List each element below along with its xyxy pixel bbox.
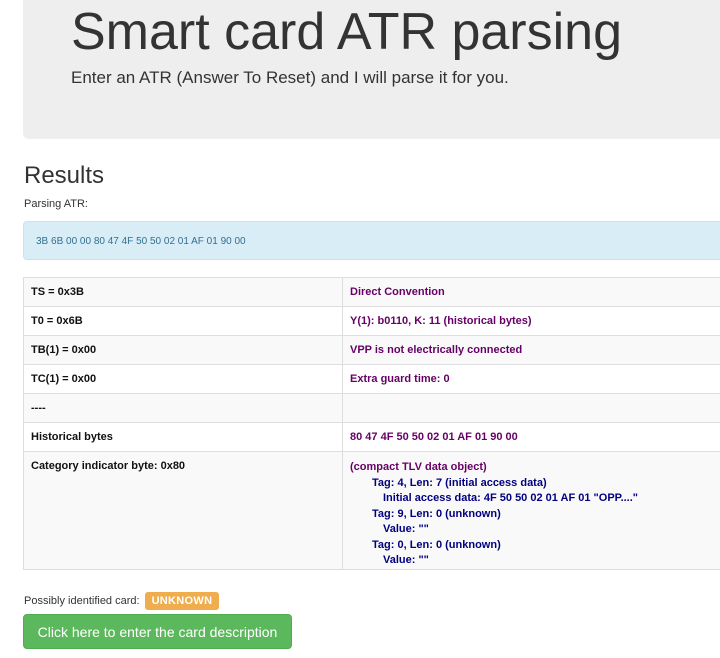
identified-card-row: Possibly identified card: UNKNOWN — [24, 592, 220, 610]
table-row: Historical bytes 80 47 4F 50 50 02 01 AF… — [23, 422, 720, 452]
table-row: TC(1) = 0x00 Extra guard time: 0 — [23, 364, 720, 394]
row-key: TB(1) = 0x00 — [23, 335, 343, 365]
page-title: Smart card ATR parsing — [71, 3, 623, 61]
table-row-category: Category indicator byte: 0x80 (compact T… — [23, 451, 720, 570]
row-value — [342, 393, 720, 423]
tlv-line: Tag: 9, Len: 0 (unknown) — [372, 507, 501, 520]
row-value: VPP is not electrically connected — [342, 335, 720, 365]
table-row: T0 = 0x6B Y(1): b0110, K: 11 (historical… — [23, 306, 720, 336]
table-row: TB(1) = 0x00 VPP is not electrically con… — [23, 335, 720, 365]
row-key: TS = 0x3B — [23, 277, 343, 307]
tlv-line: Tag: 0, Len: 0 (unknown) — [372, 538, 501, 551]
page-subtitle: Enter an ATR (Answer To Reset) and I wil… — [71, 68, 509, 87]
tlv-details: (compact TLV data object) Tag: 4, Len: 7… — [342, 451, 720, 570]
parsing-atr-label: Parsing ATR: — [24, 198, 88, 210]
header-jumbotron: Smart card ATR parsing Enter an ATR (Ans… — [23, 0, 720, 139]
results-heading: Results — [24, 162, 105, 189]
unknown-badge: UNKNOWN — [144, 592, 220, 610]
tlv-line: Initial access data: 4F 50 50 02 01 AF 0… — [383, 492, 639, 504]
tlv-line: Value: "" — [383, 523, 429, 535]
table-row: ---- — [23, 393, 720, 423]
table-row: TS = 0x3B Direct Convention — [23, 277, 720, 307]
identified-card-label: Possibly identified card: — [24, 595, 140, 607]
tlv-line: Value: "" — [383, 554, 429, 566]
row-key: TC(1) = 0x00 — [23, 364, 343, 394]
row-value: Extra guard time: 0 — [342, 364, 720, 394]
row-key: Category indicator byte: 0x80 — [23, 451, 343, 570]
row-value: Direct Convention — [342, 277, 720, 307]
atr-value-box: 3B 6B 00 00 80 47 4F 50 50 02 01 AF 01 9… — [23, 221, 720, 260]
tlv-line: Tag: 4, Len: 7 (initial access data) — [372, 476, 547, 489]
row-key: Historical bytes — [23, 422, 343, 452]
row-key: T0 = 0x6B — [23, 306, 343, 336]
row-key: ---- — [23, 393, 343, 423]
tlv-line: (compact TLV data object) — [350, 461, 487, 473]
row-value: 80 47 4F 50 50 02 01 AF 01 90 00 — [342, 422, 720, 452]
row-value: Y(1): b0110, K: 11 (historical bytes) — [342, 306, 720, 336]
enter-card-description-button[interactable]: Click here to enter the card description — [23, 614, 292, 649]
atr-results-table: TS = 0x3B Direct Convention T0 = 0x6B Y(… — [23, 277, 720, 570]
